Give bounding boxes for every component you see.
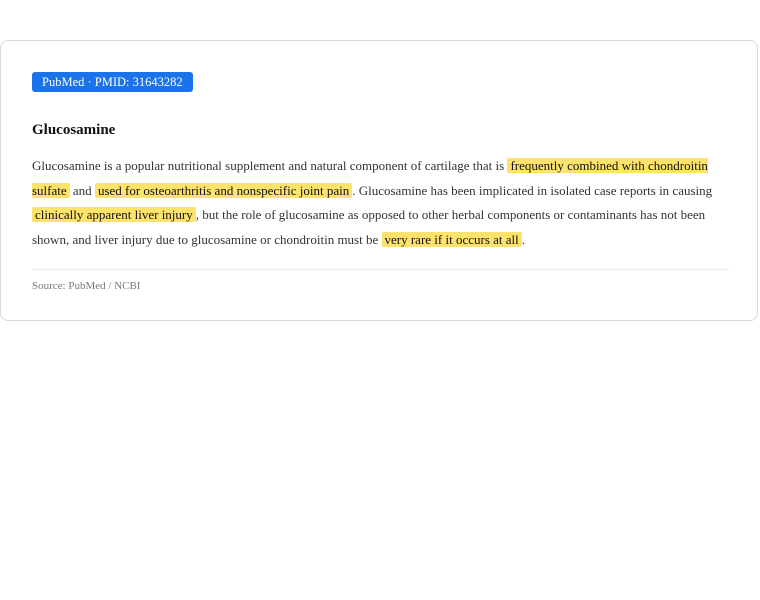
- source-attribution: Source: PubMed / NCBI: [32, 280, 141, 292]
- source-badge: PubMed · PMID: 31643282: [32, 72, 193, 92]
- divider: [32, 269, 729, 270]
- abstract-segment: Glucosamine is a popular nutritional sup…: [32, 158, 508, 173]
- abstract-segment: . Glucosamine has been implicated in iso…: [352, 182, 713, 198]
- abstract-segment: and: [69, 182, 95, 198]
- highlight-phrase: very rare if it occurs at all: [381, 232, 522, 248]
- abstract-segment: .: [521, 232, 526, 248]
- article-title: Glucosamine: [32, 122, 116, 138]
- article-card: PubMed · PMID: 31643282 Glucosamine Gluc…: [0, 40, 758, 321]
- highlight-phrase: clinically apparent liver injury: [32, 207, 196, 223]
- abstract-text: Glucosamine is a popular nutritional sup…: [32, 154, 722, 253]
- highlight-phrase: used for osteoarthritis and nonspecific …: [94, 182, 353, 198]
